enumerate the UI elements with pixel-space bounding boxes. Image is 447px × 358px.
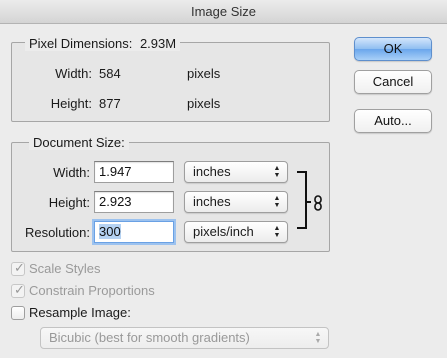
pixel-height-label: Height:	[50, 96, 92, 111]
resolution-unit-select[interactable]: pixels/inch ▲ ▼	[184, 221, 288, 243]
constrain-proportions-label: Constrain Proportions	[29, 283, 155, 298]
resolution-value: 300	[99, 224, 121, 239]
chain-link-icon	[314, 195, 322, 211]
doc-height-unit-select[interactable]: inches ▲ ▼	[184, 191, 288, 213]
checkmark-icon: ✓	[14, 282, 25, 297]
resolution-label: Resolution:	[24, 225, 90, 240]
checkbox-box: ✓	[11, 282, 25, 298]
updown-arrows-icon: ▲ ▼	[273, 195, 281, 209]
resample-method-select[interactable]: Bicubic (best for smooth gradients) ▲ ▼	[40, 327, 329, 349]
pixel-width-label: Width:	[55, 66, 92, 81]
updown-arrows-icon: ▲ ▼	[273, 225, 281, 239]
checkbox-box: ✓	[11, 260, 25, 276]
updown-arrows-icon: ▲ ▼	[314, 331, 322, 345]
pixel-height-value: 877	[99, 96, 121, 111]
pixel-dimensions-legend: Pixel Dimensions: 2.93M	[25, 36, 181, 51]
updown-arrows-icon: ▲ ▼	[273, 165, 281, 179]
document-size-legend: Document Size:	[29, 135, 129, 150]
doc-width-unit-value: inches	[193, 164, 231, 179]
doc-height-label: Height:	[48, 195, 90, 210]
doc-height-unit-value: inches	[193, 194, 231, 209]
resolution-unit-value: pixels/inch	[193, 224, 254, 239]
pixel-dimensions-size: 2.93M	[139, 36, 177, 51]
title-bar[interactable]: Image Size	[0, 0, 447, 24]
doc-width-label: Width:	[53, 165, 90, 180]
cancel-button[interactable]: Cancel	[354, 70, 432, 94]
scale-styles-label: Scale Styles	[29, 261, 101, 276]
resolution-field[interactable]: 300	[94, 221, 174, 243]
pixel-height-unit: pixels	[187, 96, 221, 111]
window-title: Image Size	[190, 4, 257, 19]
doc-height-field[interactable]: 2.923	[94, 191, 174, 213]
checkmark-icon: ✓	[14, 260, 25, 275]
doc-width-field[interactable]: 1.947	[94, 161, 174, 183]
ok-button[interactable]: OK	[354, 37, 432, 61]
resample-image-label: Resample Image:	[29, 305, 131, 320]
pixel-dimensions-label: Pixel Dimensions:	[29, 36, 133, 51]
pixel-width-value: 584	[99, 66, 121, 81]
checkbox-box	[11, 306, 25, 320]
auto-button[interactable]: Auto...	[354, 109, 432, 133]
doc-width-unit-select[interactable]: inches ▲ ▼	[184, 161, 288, 183]
resample-method-value: Bicubic (best for smooth gradients)	[49, 330, 250, 345]
pixel-width-unit: pixels	[187, 66, 221, 81]
